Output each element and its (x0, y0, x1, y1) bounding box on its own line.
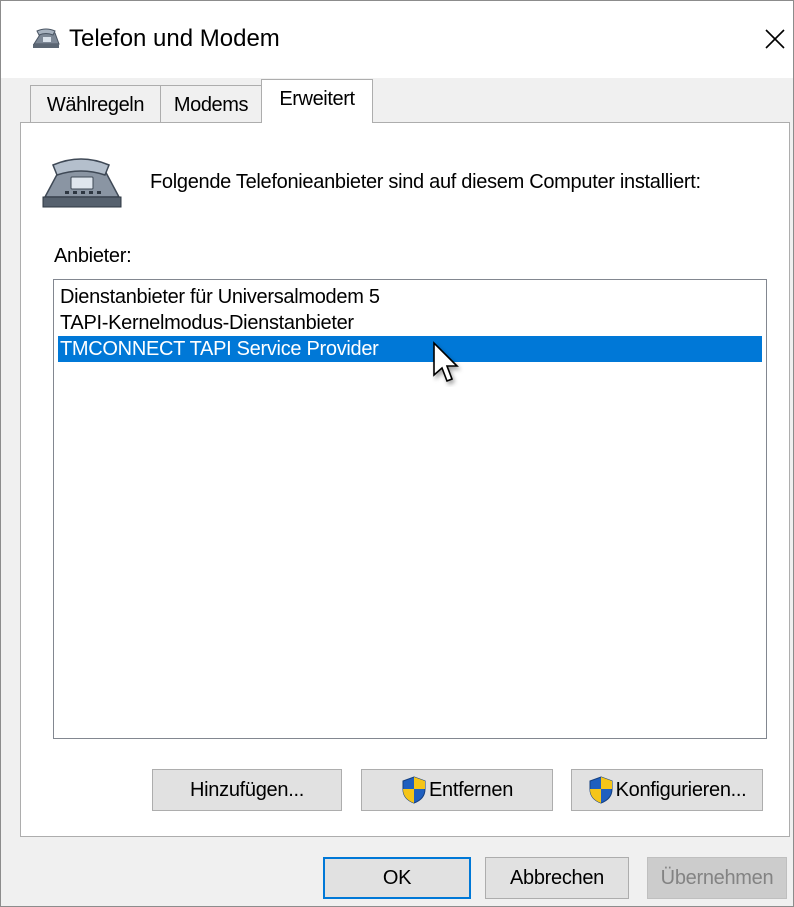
list-item[interactable]: TAPI-Kernelmodus-Dienstanbieter (58, 310, 762, 336)
dialog-window: Telefon und Modem Wählregeln Modems Erwe… (0, 0, 794, 907)
cancel-button-label: Abbrechen (509, 866, 605, 889)
providers-listbox[interactable]: Dienstanbieter für Universalmodem 5 TAPI… (53, 279, 767, 739)
tab-waehlregeln[interactable]: Wählregeln (30, 85, 161, 123)
mouse-cursor-icon (433, 341, 459, 383)
telephone-icon (42, 158, 122, 208)
close-button[interactable] (755, 19, 793, 59)
providers-label: Anbieter: (54, 245, 132, 267)
cancel-button[interactable]: Abbrechen (485, 857, 629, 899)
uac-shield-icon (402, 776, 426, 804)
list-item-selected[interactable]: TMCONNECT TAPI Service Provider (58, 336, 762, 362)
phone-modem-icon (33, 28, 60, 48)
configure-button-label: Konfigurieren... (615, 778, 747, 801)
tab-erweitert[interactable]: Erweitert (261, 79, 373, 123)
tab-label: Modems (173, 94, 249, 116)
apply-button: Übernehmen (647, 857, 787, 899)
ok-button[interactable]: OK (323, 857, 471, 899)
title-bar[interactable]: Telefon und Modem (1, 1, 793, 78)
tab-modems[interactable]: Modems (160, 85, 262, 123)
apply-button-label: Übernehmen (660, 866, 774, 889)
add-button-label: Hinzufügen... (190, 778, 304, 801)
remove-provider-button[interactable]: Entfernen (361, 769, 553, 811)
tab-label: Erweitert (279, 88, 355, 110)
close-icon (765, 29, 785, 49)
uac-shield-icon (589, 776, 613, 804)
window-title: Telefon und Modem (69, 25, 280, 52)
tab-label: Wählregeln (46, 94, 145, 116)
list-item[interactable]: Dienstanbieter für Universalmodem 5 (58, 284, 762, 310)
ok-button-label: OK (382, 866, 412, 889)
configure-provider-button[interactable]: Konfigurieren... (571, 769, 763, 811)
remove-button-label: Entfernen (428, 778, 514, 801)
add-provider-button[interactable]: Hinzufügen... (152, 769, 342, 811)
providers-description: Folgende Telefonieanbieter sind auf dies… (150, 171, 701, 193)
